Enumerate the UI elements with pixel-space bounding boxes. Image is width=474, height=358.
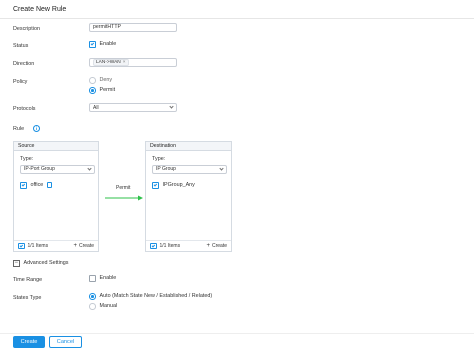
policy-option-deny[interactable]: Deny xyxy=(89,77,112,84)
status-label: Status xyxy=(13,43,29,49)
source-select-all-checkbox[interactable] xyxy=(18,242,25,250)
destination-create-button[interactable]: + Create xyxy=(206,243,227,249)
policy-label: Policy xyxy=(13,79,28,85)
group-details-icon[interactable] xyxy=(47,182,53,189)
time-range-label: Time Range xyxy=(13,277,43,283)
source-footer: 1/1 Items + Create xyxy=(14,240,98,251)
source-list-item[interactable]: office xyxy=(20,182,53,189)
states-type-option-manual[interactable]: Manual xyxy=(89,303,117,310)
create-button[interactable]: Create xyxy=(13,336,45,348)
time-range-enable-label: Enable xyxy=(99,275,117,282)
source-items-count: 1/1 Items xyxy=(27,243,49,249)
direction-select[interactable]: LAN->WAN × xyxy=(89,58,177,67)
policy-permit-radio[interactable] xyxy=(89,87,96,94)
policy-permit-label: Permit xyxy=(99,87,116,94)
policy-deny-label: Deny xyxy=(99,77,113,84)
policy-deny-radio[interactable] xyxy=(89,77,96,84)
source-heading: Source xyxy=(14,142,98,151)
destination-items-count: 1/1 Items xyxy=(159,243,181,249)
status-enable-option[interactable]: Enable xyxy=(89,41,116,48)
protocols-label: Protocols xyxy=(13,106,36,112)
states-type-option-auto[interactable]: Auto (Match State New / Established / Re… xyxy=(89,293,212,300)
rule-label: Rule xyxy=(13,126,25,132)
destination-create-label: Create xyxy=(211,243,227,249)
destination-select-all-checkbox[interactable] xyxy=(150,242,157,250)
info-icon[interactable]: i xyxy=(33,125,40,132)
source-create-label: Create xyxy=(78,243,94,249)
states-type-manual-radio[interactable] xyxy=(89,303,96,310)
arrow-label: Permit xyxy=(116,185,131,191)
chevron-down-icon xyxy=(219,166,224,171)
states-type-auto-label: Auto (Match State New / Established / Re… xyxy=(99,293,213,300)
collapse-icon[interactable]: − xyxy=(13,260,20,267)
destination-type-value: IP Group xyxy=(156,166,176,173)
chevron-down-icon xyxy=(87,166,92,171)
status-enable-checkbox[interactable] xyxy=(89,41,96,48)
advanced-settings-label: Advanced Settings xyxy=(23,260,69,267)
destination-panel: Destination Type: IP Group IPGroup_Any 1… xyxy=(145,141,232,252)
destination-footer: 1/1 Items + Create xyxy=(146,240,231,251)
cancel-button[interactable]: Cancel xyxy=(49,336,82,348)
destination-item-label: IPGroup_Any xyxy=(162,182,195,189)
source-item-checkbox[interactable] xyxy=(20,182,27,189)
arrow-right-icon xyxy=(105,195,143,201)
plus-icon: + xyxy=(73,243,77,249)
direction-tag: LAN->WAN × xyxy=(93,59,129,66)
source-panel: Source Type: IP-Port Group office 1/1 It… xyxy=(13,141,99,252)
page-title: Create New Rule xyxy=(13,6,67,13)
destination-type-label: Type: xyxy=(152,156,166,162)
status-enable-label: Enable xyxy=(99,41,117,48)
description-input[interactable]: permitHTTP xyxy=(89,23,177,32)
footer-divider xyxy=(0,333,474,334)
destination-list-item[interactable]: IPGroup_Any xyxy=(152,182,195,189)
destination-type-select[interactable]: IP Group xyxy=(152,165,227,174)
description-value: permitHTTP xyxy=(93,24,121,30)
source-type-select[interactable]: IP-Port Group xyxy=(20,165,95,174)
remove-tag-icon[interactable]: × xyxy=(123,60,126,65)
header-divider xyxy=(0,18,474,19)
time-range-checkbox[interactable] xyxy=(89,275,96,282)
source-type-label: Type: xyxy=(20,156,34,162)
destination-heading: Destination xyxy=(146,142,231,151)
source-item-label: office xyxy=(30,182,44,189)
states-type-auto-radio[interactable] xyxy=(89,293,96,300)
states-type-label: States Type xyxy=(13,295,42,301)
states-type-manual-label: Manual xyxy=(99,303,118,310)
destination-item-checkbox[interactable] xyxy=(152,182,159,189)
plus-icon: + xyxy=(206,243,210,249)
chevron-down-icon xyxy=(169,104,174,109)
description-label: Description xyxy=(13,26,40,32)
direction-tag-label: LAN->WAN xyxy=(96,60,121,65)
direction-label: Direction xyxy=(13,61,35,67)
protocols-select[interactable]: All xyxy=(89,103,177,112)
source-create-button[interactable]: + Create xyxy=(73,243,94,249)
protocols-value: All xyxy=(93,104,99,111)
time-range-enable-option[interactable]: Enable xyxy=(89,275,116,282)
advanced-settings-toggle[interactable]: − Advanced Settings xyxy=(13,260,68,267)
policy-option-permit[interactable]: Permit xyxy=(89,87,115,94)
source-type-value: IP-Port Group xyxy=(24,166,55,173)
